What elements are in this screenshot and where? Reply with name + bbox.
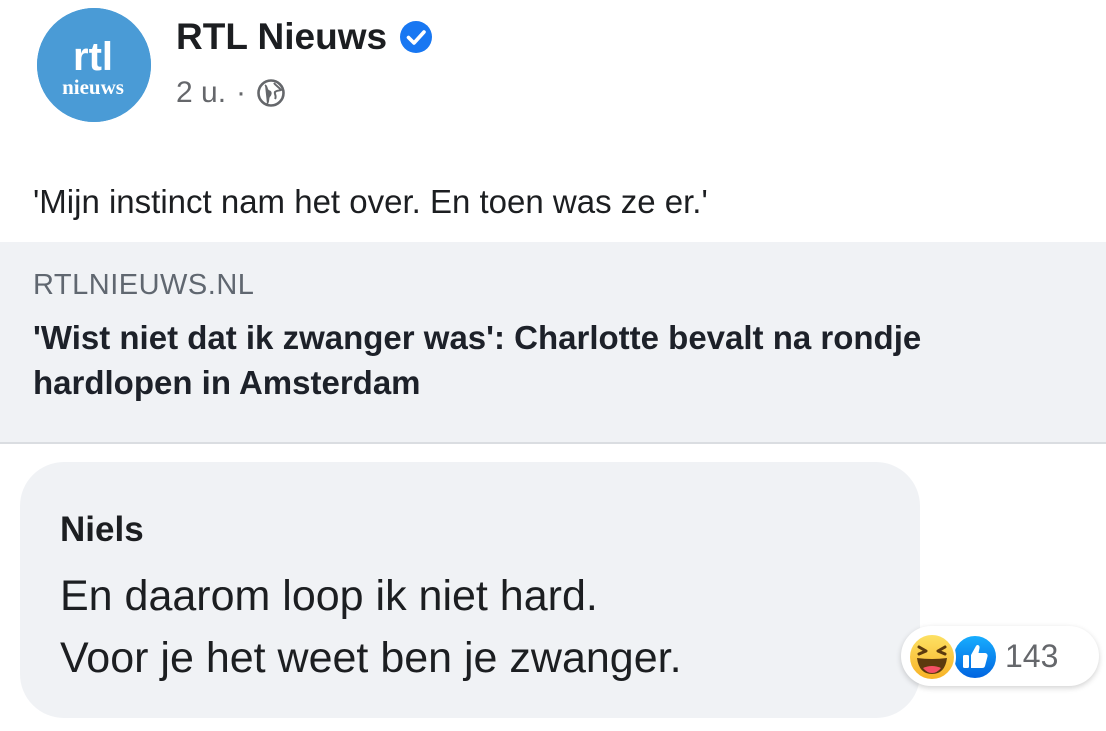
- page-name-row: RTL Nieuws: [176, 16, 433, 58]
- verified-badge-icon: [399, 20, 433, 54]
- reaction-count: 143: [1005, 638, 1059, 674]
- link-title: 'Wist niet dat ik zwanger was': Charlott…: [33, 319, 922, 401]
- svg-text:nieuws: nieuws: [62, 75, 124, 99]
- svg-text:rtl: rtl: [73, 35, 113, 79]
- comment-text: En daarom loop ik niet hard. Voor je het…: [60, 572, 682, 682]
- post-timestamp[interactable]: 2 u.: [176, 76, 226, 110]
- like-icon: [951, 633, 999, 681]
- globe-icon[interactable]: [256, 78, 286, 108]
- comment-bubble: Niels En daarom loop ik niet hard. Voor …: [20, 462, 920, 718]
- facebook-post: rtl nieuws RTL Nieuws 2 u. · 'Mijn insti…: [0, 0, 1106, 731]
- haha-icon: [907, 632, 957, 682]
- comment-reactions[interactable]: 143: [901, 626, 1099, 686]
- page-name[interactable]: RTL Nieuws: [176, 16, 387, 58]
- post-meta: 2 u. ·: [176, 76, 286, 110]
- post-caption: 'Mijn instinct nam het over. En toen was…: [33, 183, 708, 220]
- link-preview-card[interactable]: RTLNIEUWS.NL 'Wist niet dat ik zwanger w…: [0, 242, 1106, 444]
- meta-separator: ·: [236, 76, 247, 109]
- rtl-nieuws-logo: rtl nieuws: [37, 8, 151, 122]
- link-domain: RTLNIEUWS.NL: [33, 269, 255, 301]
- page-avatar[interactable]: rtl nieuws: [37, 8, 151, 122]
- comment-author[interactable]: Niels: [60, 510, 144, 550]
